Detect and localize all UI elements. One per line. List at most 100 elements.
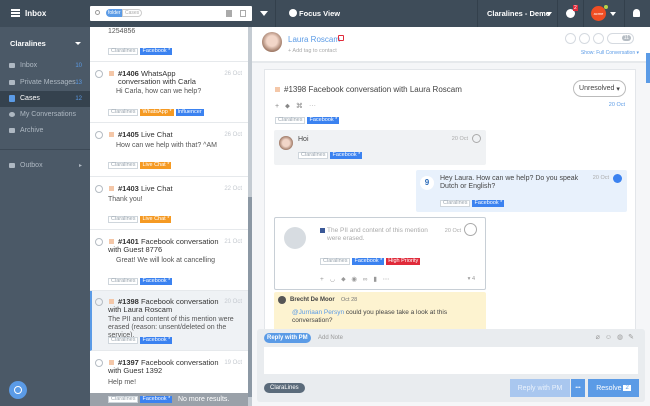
account-switcher[interactable]: Claralines - Demo [487,9,550,18]
envelope-icon [9,80,15,85]
search-chip-cases[interactable]: Cases [122,9,143,17]
priority-icon [109,186,114,191]
priority-icon [275,87,280,92]
menu-icon[interactable] [11,9,20,17]
inbox-icon [9,63,15,68]
merge-button[interactable] [579,33,590,44]
list-item[interactable]: #1406 WhatsApp conversation with Carla 2… [90,62,248,123]
conversation-panel: Laura Roscam + Add tag to contact 11 Sho… [252,27,650,406]
search-dropdown-icon[interactable] [260,11,268,16]
mention-link[interactable]: @Jurriaan Persyn [292,309,344,316]
sidebar-item-inbox[interactable]: Inbox 10 [0,58,90,74]
conversation-title: #1398 Facebook conversation with Laura R… [284,85,462,94]
sidebar-item-archive[interactable]: Archive [0,123,90,139]
chat-icon [9,112,15,117]
divider [557,0,558,27]
sidebar-item-count: 13 [75,80,82,86]
list-item-preview: Help me! [108,379,137,386]
bell-icon[interactable] [633,9,640,17]
chevron-down-icon[interactable] [610,12,616,16]
check-icon[interactable] [613,174,622,183]
brand-selector[interactable]: ClaraLines [264,383,305,393]
tag: Facebook * [352,258,385,265]
list-item[interactable]: 1254856 Claralines Facebook * [90,27,248,62]
conversation-date: 20 Oct [608,102,625,108]
list-item[interactable]: #1403 Live Chat 22 Oct Thank you! Claral… [90,177,248,230]
message-actions[interactable]: + ◡ ⬥ ◉ ∞ ▮ ⋯ [320,275,391,284]
focus-view-button[interactable]: Focus View [299,9,340,18]
tag-list: Claralines Live Chat * [108,216,172,223]
focus-view-icon[interactable] [289,9,297,17]
list-item-selected[interactable]: #1398 Facebook conversation with Laura R… [90,291,248,351]
sidebar-item-cases[interactable]: Cases 12 [0,91,90,107]
chevron-right-icon: ▸ [78,163,82,169]
search-input[interactable]: folder Cases [90,6,252,21]
priority-icon [109,132,114,137]
reply-with-pm-button[interactable]: Reply with PM [510,379,570,397]
sidebar-item-label: Archive [20,127,44,134]
tab-reply-with-pm[interactable]: Reply with PM [264,333,311,343]
contact-header: Laura Roscam + Add tag to contact 11 Sho… [252,27,650,63]
globe-button[interactable] [9,381,27,399]
check-icon[interactable] [95,298,103,306]
note-author: Brecht De Moor [290,297,335,303]
check-icon[interactable] [95,185,103,193]
composer-tools[interactable]: ⌀☺◍✎ [596,333,639,341]
list-item[interactable]: #1401 Facebook conversation with Guest 8… [90,230,248,291]
contact-avatar[interactable] [262,32,282,52]
filter-icon[interactable] [240,10,246,17]
message-text: Hoi [298,136,309,143]
show-filter[interactable]: Show: Full Conversation ▾ [581,50,639,56]
reply-count[interactable]: ▾ 4 [468,276,475,282]
comment-button[interactable] [565,33,576,44]
case-id: #1403 [118,184,139,193]
divider [0,149,90,150]
tag: Live Chat * [140,216,172,223]
sidebar-item-label: Inbox [20,62,38,69]
resolve-label: Resolve [596,384,622,392]
case-title: Live Chat [140,130,173,139]
author-avatar [278,296,286,304]
check-icon[interactable] [95,359,103,367]
tag: Facebook * [140,48,173,55]
filter-count-button[interactable]: 11 [607,33,634,44]
search-chip-folder[interactable]: folder [106,9,123,17]
more-options-button[interactable]: ••• [571,379,585,397]
sidebar-item-count: 12 [75,96,82,102]
list-item[interactable]: #1405 Live Chat 26 Oct How can we help w… [90,123,248,177]
conversation-actions[interactable]: + ⬥ ⌘ ⋯ [275,102,318,111]
tag-list: Claralines Facebook * [108,396,173,403]
outbox-icon [9,163,15,168]
reply-textarea[interactable] [264,347,638,374]
calendar-icon[interactable] [226,10,232,17]
sidebar-item-outbox[interactable]: Outbox ▸ [0,158,90,174]
add-tag-link[interactable]: + Add tag to contact [288,48,337,54]
main-scrollbar[interactable] [646,53,650,83]
tag: Live Chat * [140,162,172,169]
list-item-title: #1406 WhatsApp conversation with Carla [118,70,218,85]
chevron-down-icon[interactable] [75,42,81,45]
tag-list: Claralines Facebook * [108,48,173,55]
more-button[interactable] [593,33,604,44]
check-icon[interactable] [95,131,103,139]
list-item-date: 19 Oct [224,360,242,366]
sidebar-item-private-messages[interactable]: Private Messages 13 [0,75,90,91]
contact-name[interactable]: Laura Roscam [288,35,340,44]
status-dropdown[interactable]: Unresolved ▾ [573,80,626,97]
tag-list: Claralines Facebook * [440,200,505,207]
list-item-preview: How can we help with that? ^AM [116,142,217,149]
check-icon[interactable] [95,70,103,78]
default-avatar [284,227,306,249]
resolve-button[interactable]: Resolve 2 [588,379,639,397]
check-icon[interactable] [472,134,481,143]
tag: Facebook * [330,152,363,159]
tab-add-note[interactable]: Add Note [318,335,343,341]
chevron-down-icon[interactable] [546,12,552,16]
tag: Claralines [320,258,351,265]
workspace-name[interactable]: Claralines [10,39,46,48]
check-icon[interactable] [464,223,477,236]
sidebar-item-my-conversations[interactable]: My Conversations [0,107,90,123]
status-value: Unresolved [579,85,615,92]
sidebar-item-label: My Conversations [20,111,77,118]
check-icon[interactable] [95,238,103,246]
